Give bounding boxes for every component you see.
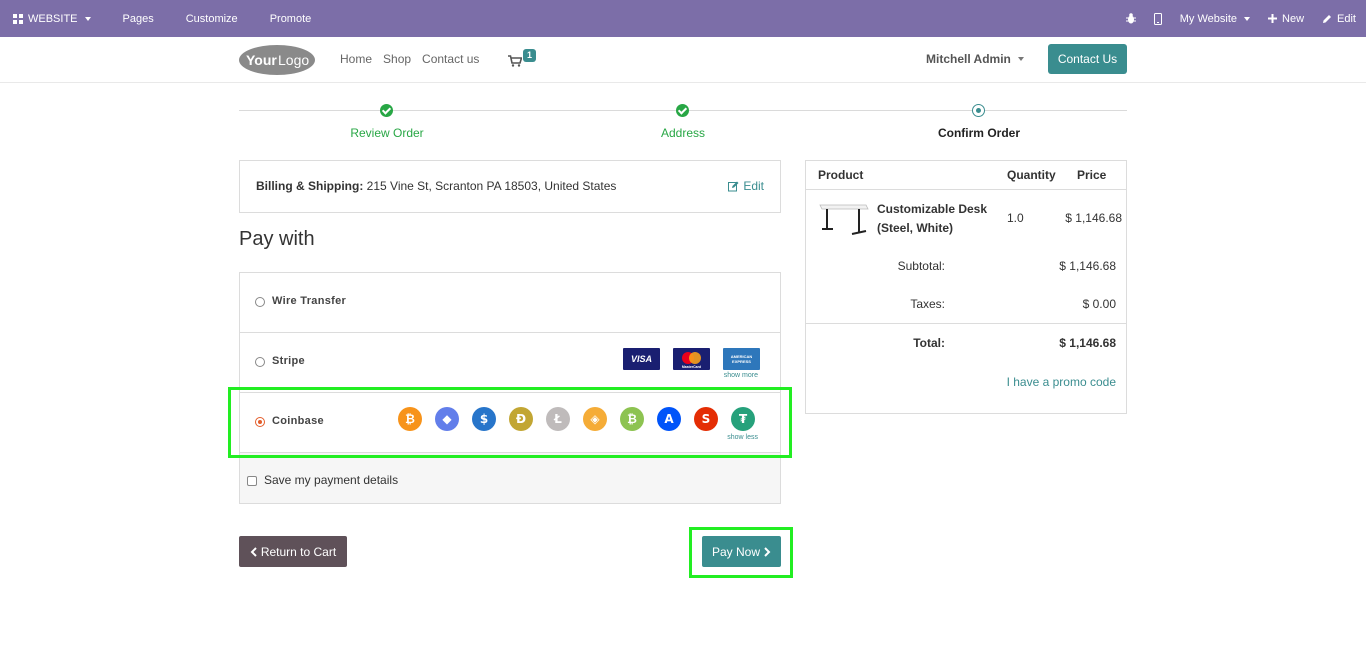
chevron-left-icon: [250, 546, 257, 557]
bug-icon: [1125, 13, 1136, 24]
subtotal-value: $ 1,146.68: [1059, 259, 1116, 273]
nav-shop[interactable]: Shop: [383, 52, 411, 66]
summary-header: Product Quantity Price: [806, 161, 1126, 190]
user-name: Mitchell Admin: [926, 52, 1011, 66]
stripe-radio[interactable]: [255, 357, 265, 367]
shopping-cart-icon: [508, 55, 522, 67]
mobile-icon: [1153, 12, 1162, 25]
save-payment-label[interactable]: Save my payment details: [264, 473, 398, 487]
step-review-order[interactable]: Review Order: [287, 126, 487, 140]
pay-now-label: Pay Now: [711, 544, 761, 559]
website-menu-label: WEBSITE: [28, 12, 78, 25]
mastercard-icon: MasterCard: [673, 348, 710, 370]
new-button[interactable]: New: [1259, 0, 1313, 37]
my-website-menu[interactable]: My Website: [1171, 0, 1259, 37]
subtotal-label: Subtotal:: [897, 259, 945, 273]
save-payment-area: Save my payment details: [240, 453, 780, 503]
logo-text-your: Your: [246, 52, 277, 68]
summary-divider: [806, 323, 1126, 324]
cart-count-badge: 1: [523, 49, 537, 62]
coinbase-highlight-box: [228, 387, 792, 458]
mobile-preview-button[interactable]: [1145, 0, 1171, 37]
caret-down-icon: [1244, 16, 1251, 21]
nav-contact-us[interactable]: Contact us: [422, 52, 479, 66]
billing-address: 215 Vine St, Scranton PA 18503, United S…: [366, 179, 617, 193]
pay-now-button[interactable]: Pay Now: [702, 536, 781, 567]
quantity-column-header: Quantity: [1007, 168, 1056, 182]
contact-us-button[interactable]: Contact Us: [1048, 44, 1127, 74]
caret-down-icon: [1017, 57, 1024, 61]
debug-button[interactable]: [1117, 0, 1145, 37]
my-website-label: My Website: [1179, 12, 1238, 25]
amex-icon: AMERICAN EXPRESS: [723, 348, 760, 370]
apps-grid-icon: [13, 13, 23, 24]
stripe-card-icons: VISA MasterCard AMERICAN EXPRESS: [623, 348, 760, 370]
promo-code-link[interactable]: I have a promo code: [1007, 375, 1116, 389]
visa-icon: VISA: [623, 348, 660, 370]
new-label: New: [1282, 12, 1305, 25]
payment-option-name: Wire Transfer: [272, 295, 347, 307]
pages-menu[interactable]: Pages: [107, 0, 170, 37]
user-menu[interactable]: Mitchell Admin: [926, 52, 1024, 66]
edit-address-link[interactable]: Edit: [728, 179, 764, 193]
main-nav: Home Shop Contact us: [340, 52, 479, 66]
order-summary: Product Quantity Price Customizable Desk…: [805, 160, 1127, 414]
plus-icon: [1268, 14, 1278, 23]
website-menu[interactable]: WEBSITE: [0, 0, 107, 37]
billing-shipping-card: Billing & Shipping: 215 Vine St, Scranto…: [239, 160, 781, 213]
product-name[interactable]: Customizable Desk (Steel, White): [877, 200, 997, 238]
nav-home[interactable]: Home: [340, 52, 372, 66]
taxes-value: $ 0.00: [1082, 297, 1116, 311]
pay-with-heading: Pay with: [239, 228, 315, 250]
save-payment-checkbox[interactable]: [247, 476, 257, 486]
promote-menu[interactable]: Promote: [254, 0, 328, 37]
step-confirm-order-dot-icon: [972, 104, 985, 117]
payment-option-wire-transfer[interactable]: Wire Transfer: [240, 273, 780, 333]
edit-square-icon: [728, 181, 739, 191]
edit-label: Edit: [1337, 12, 1356, 25]
wire-transfer-radio[interactable]: [255, 297, 265, 307]
product-column-header: Product: [818, 168, 864, 182]
edit-button[interactable]: Edit: [1313, 0, 1366, 37]
taxes-label: Taxes:: [910, 297, 945, 311]
payment-option-name: Stripe: [272, 355, 305, 367]
website-admin-bar: WEBSITE Pages Customize Promote My Websi…: [0, 0, 1366, 37]
payment-option-stripe[interactable]: Stripe VISA MasterCard AMERICAN EXPRESS …: [240, 333, 780, 393]
cart-link[interactable]: 1: [508, 49, 538, 69]
site-header: Your Logo Home Shop Contact us 1 Mitchel…: [0, 37, 1366, 83]
company-logo[interactable]: Your Logo: [238, 44, 316, 76]
product-quantity: 1.0: [1007, 211, 1024, 225]
logo-text-logo: Logo: [278, 52, 309, 68]
edit-label: Edit: [743, 179, 764, 193]
mastercard-text: MasterCard: [682, 365, 701, 369]
step-address[interactable]: Address: [583, 126, 783, 140]
pencil-icon: [1323, 14, 1332, 23]
billing-label: Billing & Shipping:: [256, 179, 364, 193]
total-value: $ 1,146.68: [1059, 336, 1116, 350]
total-label: Total:: [913, 336, 945, 350]
return-to-cart-button[interactable]: Return to Cart: [239, 536, 347, 567]
customize-menu[interactable]: Customize: [170, 0, 254, 37]
step-review-order-check-icon: [380, 104, 393, 117]
step-address-check-icon: [676, 104, 689, 117]
price-column-header: Price: [1077, 168, 1107, 182]
caret-down-icon: [84, 16, 91, 21]
product-image-desk[interactable]: [818, 201, 870, 237]
chevron-right-icon: [764, 546, 771, 557]
show-more-link[interactable]: show more: [724, 372, 758, 379]
product-price: $ 1,146.68: [1065, 211, 1122, 225]
step-confirm-order: Confirm Order: [937, 126, 1020, 140]
return-to-cart-label: Return to Cart: [260, 544, 337, 559]
